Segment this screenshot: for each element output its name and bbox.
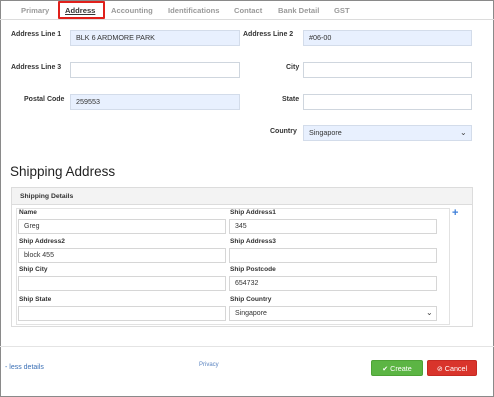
ban-icon: ⊘ [436,366,443,373]
address-line2-input[interactable]: #06-00 [303,30,472,46]
country-select-value: Singapore [309,128,342,137]
country-select[interactable]: Singapore [303,125,472,141]
active-tab-highlight [58,1,105,19]
address-line2-label: Address Line 2 [243,31,294,38]
ship-country-select[interactable]: Singapore [229,306,437,321]
ship-country-label: Ship Country [230,296,272,303]
create-button[interactable]: ✔ Create [371,360,423,376]
ship-address2-input[interactable]: block 455 [18,248,226,263]
ship-name-label: Name [19,209,37,216]
address-line3-label: Address Line 3 [11,64,62,71]
shipping-details-header: Shipping Details [12,188,472,205]
chevron-down-icon: ⌄ [460,128,467,137]
add-shipping-address-icon[interactable]: + [452,207,458,219]
tab-primary[interactable]: Primary [21,6,49,15]
postal-code-label: Postal Code [24,96,65,103]
city-label: City [286,64,300,71]
tab-gst[interactable]: GST [334,6,350,15]
ship-city-input[interactable] [18,276,226,291]
footer-divider [0,346,494,347]
address-line1-input[interactable]: BLK 6 ARDMORE PARK [70,30,240,46]
city-input[interactable] [303,62,472,78]
ship-address1-label: Ship Address1 [230,209,276,216]
tab-identifications[interactable]: Identifications [168,6,219,15]
ship-name-input[interactable]: Greg [18,219,226,234]
ship-address3-input[interactable] [229,248,437,263]
check-icon: ✔ [382,366,389,373]
postal-code-input[interactable]: 259553 [70,94,240,110]
ship-state-label: Ship State [19,296,52,303]
shipping-address-title: Shipping Address [10,164,116,179]
ship-city-label: Ship City [19,266,48,273]
state-input[interactable] [303,94,472,110]
tab-contact[interactable]: Contact [234,6,262,15]
country-label: Country [270,128,297,135]
tab-accounting[interactable]: Accounting [111,6,153,15]
ship-country-value: Singapore [235,310,267,317]
cancel-button-label: Cancel [444,364,468,373]
ship-postcode-input[interactable]: 654732 [229,276,437,291]
address-line3-input[interactable] [70,62,240,78]
ship-state-input[interactable] [18,306,226,321]
shipping-details-title: Shipping Details [20,193,74,200]
cancel-button[interactable]: ⊘ Cancel [427,360,477,376]
chevron-down-icon: ⌄ [426,308,433,317]
ship-address3-label: Ship Address3 [230,238,276,245]
privacy-link[interactable]: Privacy [199,362,219,368]
tab-bank-detail[interactable]: Bank Detail [278,6,319,15]
address-line1-label: Address Line 1 [11,31,62,38]
create-button-label: Create [390,364,412,373]
state-label: State [282,96,300,103]
ship-address2-label: Ship Address2 [19,238,65,245]
ship-address1-input[interactable]: 345 [229,219,437,234]
less-details-link[interactable]: - less details [5,364,44,371]
ship-postcode-label: Ship Postcode [230,266,276,273]
